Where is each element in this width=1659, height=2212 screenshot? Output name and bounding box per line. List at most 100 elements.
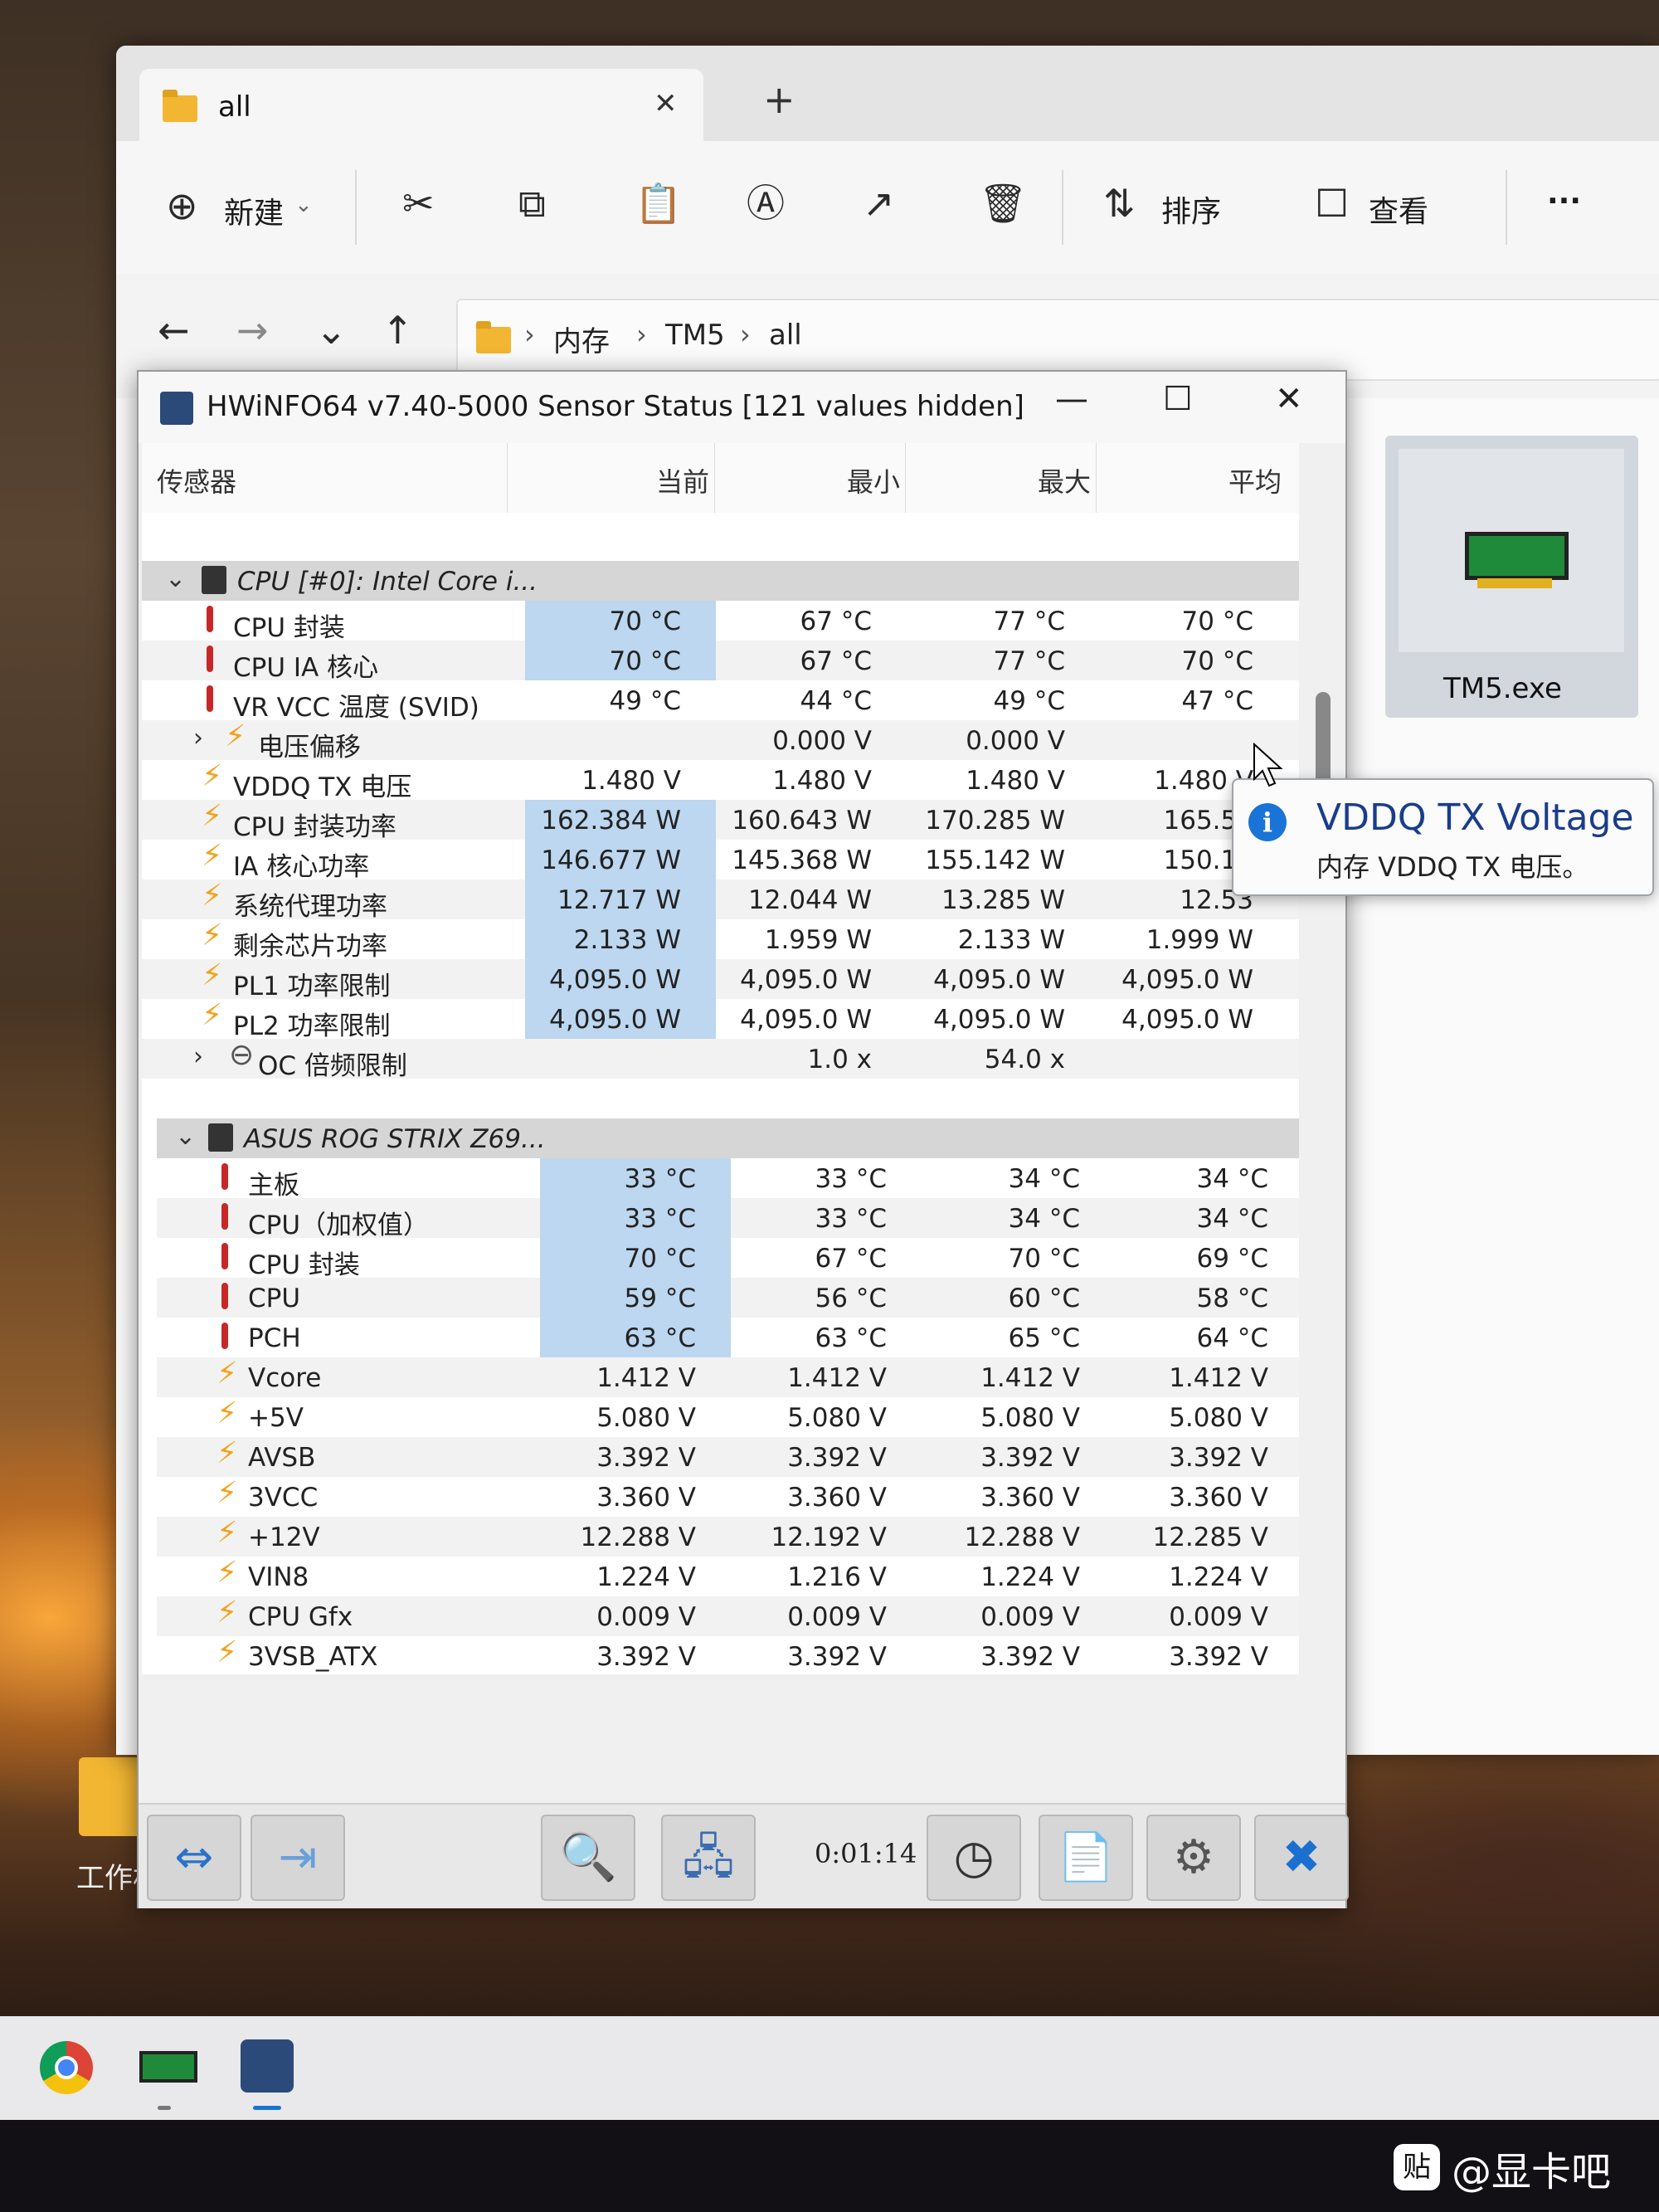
clock-reset-button[interactable]: ◷ — [927, 1815, 1021, 1901]
view-icon[interactable]: ☐ — [1315, 184, 1349, 222]
more-options-button[interactable]: ··· — [1547, 184, 1581, 218]
expand-columns-button[interactable]: ⇔ — [147, 1815, 241, 1901]
column-sensor[interactable]: 传感器 — [157, 461, 236, 499]
sensor-row[interactable]: ⚡ VIN8 1.224 V 1.216 V 1.224 V 1.224 V — [157, 1557, 1299, 1596]
sensor-row[interactable]: ⚡ CPU Gfx 0.009 V 0.009 V 0.009 V 0.009 V — [157, 1596, 1299, 1636]
sort-button[interactable]: 排序 — [1161, 188, 1221, 231]
copy-icon[interactable]: ⧉ — [518, 184, 546, 222]
column-current[interactable]: 当前 — [656, 461, 709, 499]
sensor-cur-value: 3.392 V — [596, 1642, 696, 1672]
sensor-avg-value: 12.285 V — [1152, 1523, 1268, 1552]
sensor-group-header[interactable]: ⌄ ASUS ROG STRIX Z69... — [157, 1118, 1299, 1158]
sensor-row[interactable]: ⚡ +5V 5.080 V 5.080 V 5.080 V 5.080 V — [157, 1397, 1299, 1437]
sensor-cur-value: 70 °C — [609, 646, 681, 676]
sensor-row[interactable]: ⚡ AVSB 3.392 V 3.392 V 3.392 V 3.392 V — [157, 1437, 1299, 1477]
minimize-button[interactable]: — — [1055, 380, 1088, 418]
sensor-row[interactable]: ⚡ VDDQ TX 电压 1.480 V 1.480 V 1.480 V 1.480 V — [142, 760, 1299, 803]
tab-close-button[interactable]: ✕ — [654, 87, 678, 120]
settings-gear-button[interactable]: ⚙ — [1146, 1815, 1241, 1901]
view-button[interactable]: 查看 — [1369, 188, 1428, 231]
collapse-columns-button[interactable]: ⇥ — [251, 1815, 345, 1901]
window-title: HWiNFO64 v7.40-5000 Sensor Status [121 v… — [207, 390, 1024, 423]
sensor-row[interactable]: ⚡ PL2 功率限制 4,095.0 W 4,095.0 W 4,095.0 W 4,09… — [142, 999, 1299, 1041]
sensor-max-value: 77 °C — [993, 607, 1065, 636]
vertical-scrollbar[interactable] — [1304, 443, 1340, 1679]
cut-icon[interactable]: ✂ — [402, 184, 435, 222]
chevron-down-icon[interactable]: ⌄ — [294, 192, 313, 217]
sensor-row[interactable]: CPU（加权值） 33 °C 33 °C 34 °C 34 °C — [157, 1198, 1299, 1240]
sensor-row[interactable]: ⚡ CPU 封装功率 162.384 W 160.643 W 170.285 W 165.… — [142, 800, 1299, 842]
tab-all[interactable]: all ✕ — [139, 69, 703, 141]
collapse-chevron-icon[interactable]: ⌄ — [175, 1122, 196, 1151]
breadcrumb-item[interactable]: TM5 — [665, 319, 725, 352]
sensor-row[interactable]: ⚡ 系统代理功率 12.717 W 12.044 W 13.285 W 12.53 — [142, 879, 1299, 922]
column-min[interactable]: 最小 — [847, 461, 900, 499]
file-item[interactable]: TM5.exe — [1385, 436, 1638, 718]
title-bar[interactable]: HWiNFO64 v7.40-5000 Sensor Status [121 v… — [139, 372, 1345, 443]
back-arrow-icon[interactable]: ← — [158, 311, 190, 349]
sensor-row[interactable]: ⚡ 3VCC 3.360 V 3.360 V 3.360 V 3.360 V — [157, 1477, 1299, 1517]
close-x-button[interactable]: ✖ — [1254, 1815, 1349, 1901]
sensor-row[interactable]: ⚡ Vcore 1.412 V 1.412 V 1.412 V 1.412 V — [157, 1357, 1299, 1397]
sensor-name: 3VCC — [248, 1483, 319, 1513]
sensor-max-value: 5.080 V — [980, 1403, 1080, 1433]
sensor-row[interactable]: 主板 33 °C 33 °C 34 °C 34 °C — [157, 1158, 1299, 1201]
sensor-row[interactable]: ⚡ 剩余芯片功率 2.133 W 1.959 W 2.133 W 1.999 W — [142, 919, 1299, 962]
network-button[interactable]: 🖧 — [661, 1815, 756, 1901]
sensor-row[interactable]: CPU 封装 70 °C 67 °C 77 °C 70 °C — [142, 601, 1299, 643]
info-icon: i — [1248, 803, 1287, 841]
sensor-name: 系统代理功率 — [233, 892, 387, 922]
expand-chevron-icon[interactable]: › — [193, 724, 203, 753]
breadcrumb-item[interactable]: all — [769, 319, 802, 352]
active-indicator — [253, 2106, 281, 2110]
recent-dropdown-icon[interactable]: ⌄ — [315, 311, 348, 349]
expand-chevron-icon[interactable]: › — [193, 1042, 203, 1071]
logging-button[interactable]: 📄 — [1039, 1815, 1133, 1901]
command-bar: ⊕ 新建 ⌄ ✂ ⧉ 📋 Ⓐ ↗ 🗑 ⇅ 排序 ☐ 查看 ··· — [116, 141, 1659, 275]
sensor-row[interactable]: PCH 63 °C 63 °C 65 °C 64 °C — [157, 1318, 1299, 1357]
sensor-row[interactable]: CPU IA 核心 70 °C 67 °C 77 °C 70 °C — [142, 641, 1299, 683]
rename-icon[interactable]: Ⓐ — [747, 184, 785, 222]
sensor-search-button[interactable]: 🔍 — [541, 1815, 635, 1901]
sensor-row[interactable]: ⚡ IA 核心功率 146.677 W 145.368 W 155.142 W 150.1… — [142, 840, 1299, 882]
sensor-row[interactable]: ⚡ PL1 功率限制 4,095.0 W 4,095.0 W 4,095.0 W 4,09… — [142, 958, 1299, 1001]
delete-icon[interactable]: 🗑 — [979, 184, 1027, 222]
new-tab-button[interactable]: + — [763, 77, 795, 122]
sensor-row[interactable]: ⚡ +12V 12.288 V 12.192 V 12.288 V 12.285 V — [157, 1517, 1299, 1557]
breadcrumb[interactable]: › 内存 › TM5 › all — [456, 299, 1659, 381]
ram-module-icon[interactable] — [139, 2051, 197, 2083]
collapse-chevron-icon[interactable]: ⌄ — [165, 564, 186, 593]
paste-icon[interactable]: 📋 — [635, 184, 682, 222]
sensor-name: CPU 封装功率 — [233, 812, 397, 842]
sensor-cur-value: 1.412 V — [596, 1363, 696, 1393]
sensor-row[interactable]: VR VCC 温度 (SVID) 49 °C 44 °C 49 °C 47 °C — [142, 680, 1299, 723]
sensor-row[interactable]: › ⚡ 电压偏移 0.000 V 0.000 V — [142, 720, 1299, 763]
chrome-icon[interactable] — [40, 2041, 93, 2094]
sensor-min-value: 1.480 V — [772, 766, 872, 796]
maximize-button[interactable]: ☐ — [1163, 380, 1193, 418]
sensor-table: ⌄ CPU [#0]: Intel Core i... CPU 封装 70 °C 6… — [142, 513, 1299, 1674]
share-icon[interactable]: ↗ — [863, 184, 895, 222]
sensor-name: OC 倍频限制 — [258, 1051, 407, 1081]
forward-arrow-icon[interactable]: → — [236, 311, 269, 349]
new-button[interactable]: 新建 — [224, 189, 284, 232]
breadcrumb-item[interactable]: 内存 — [553, 319, 610, 359]
sensor-row[interactable]: CPU 封装 70 °C 67 °C 70 °C 69 °C — [157, 1238, 1299, 1280]
sensor-min-value: 160.643 W — [732, 806, 872, 836]
lightning-icon: ⚡ — [202, 958, 223, 992]
plus-circle-icon[interactable]: ⊕ — [166, 187, 198, 225]
sensor-row[interactable]: CPU 59 °C 56 °C 60 °C 58 °C — [157, 1278, 1299, 1318]
sensor-group-header[interactable]: ⌄ CPU [#0]: Intel Core i... — [142, 561, 1299, 601]
sensor-name: CPU（加权值） — [248, 1211, 430, 1240]
close-button[interactable]: ✕ — [1275, 380, 1303, 418]
sort-icon[interactable]: ⇅ — [1103, 184, 1136, 222]
hwinfo-taskbar-icon[interactable] — [241, 2039, 294, 2093]
sensor-avg-value: 4,095.0 W — [1121, 1005, 1253, 1035]
sensor-cur-value: 146.677 W — [541, 845, 681, 875]
sensor-row[interactable]: ⚡ 3VSB_ATX 3.392 V 3.392 V 3.392 V 3.392 V — [157, 1636, 1299, 1674]
sensor-row[interactable]: › ⊖ OC 倍频限制 1.0 x 54.0 x — [142, 1039, 1299, 1081]
sensor-cur-value: 12.288 V — [580, 1523, 696, 1552]
column-avg[interactable]: 平均 — [1228, 461, 1282, 499]
column-max[interactable]: 最大 — [1038, 461, 1091, 499]
up-arrow-icon[interactable]: ↑ — [382, 311, 414, 349]
